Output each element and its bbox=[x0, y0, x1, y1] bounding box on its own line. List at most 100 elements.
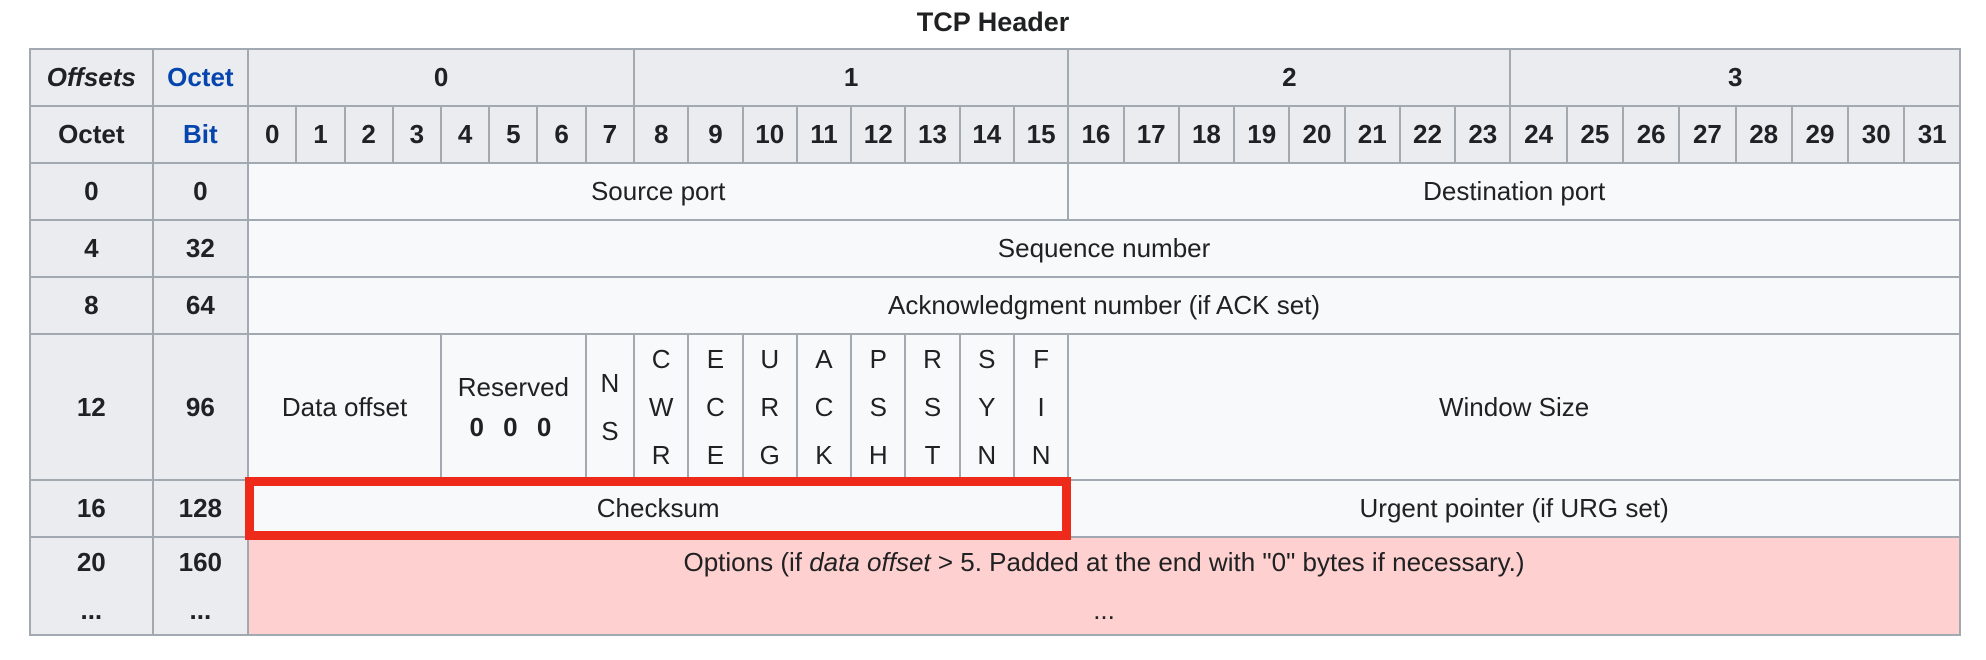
bit-number: 13 bbox=[904, 105, 961, 164]
bit-number: 25 bbox=[1565, 105, 1625, 164]
bit-number: 29 bbox=[1790, 105, 1850, 164]
tcp-header-table: Offsets Octet 0 1 2 3 Octet Bit 0 1 2 3 … bbox=[29, 48, 1961, 636]
row-bit-offset: 32 bbox=[151, 219, 250, 278]
checksum-field-highlighted: Checksum bbox=[245, 477, 1072, 540]
source-port-field: Source port bbox=[247, 162, 1070, 221]
bit-number: 28 bbox=[1734, 105, 1793, 164]
flag-letter: U bbox=[760, 344, 780, 374]
header-row-bits: Octet Bit 0 1 2 3 4 5 6 7 8 9 10 11 12 1… bbox=[29, 105, 1961, 164]
offsets-header: Offsets bbox=[29, 48, 154, 107]
octet-number-0: 0 bbox=[247, 48, 636, 107]
row-bit-offset: 96 bbox=[151, 333, 250, 481]
octet-column-header: Octet bbox=[29, 105, 154, 164]
bit-number: 24 bbox=[1509, 105, 1568, 164]
flag-psh: P S H bbox=[850, 333, 907, 481]
bit-number: 4 bbox=[440, 105, 491, 164]
octet-number-3: 3 bbox=[1509, 48, 1961, 107]
flag-letter: A bbox=[815, 344, 833, 374]
bit-number: 6 bbox=[536, 105, 587, 164]
bit-number: 0 bbox=[247, 105, 298, 164]
destination-port-field: Destination port bbox=[1067, 162, 1961, 221]
flag-letter: T bbox=[924, 440, 941, 470]
flag-ack: A C K bbox=[795, 333, 853, 481]
row-octet-offset: 4 bbox=[29, 219, 154, 278]
flag-letter: N bbox=[600, 368, 620, 398]
options-suffix: > 5. Padded at the end with "0" bytes if… bbox=[930, 547, 1525, 577]
octet-value: 20 bbox=[76, 547, 106, 577]
flag-letter: H bbox=[868, 440, 888, 470]
bit-number: 22 bbox=[1398, 105, 1457, 164]
row-bit-offset: 0 bbox=[151, 162, 250, 221]
flag-letter: K bbox=[815, 440, 833, 470]
bit-link-header[interactable]: Bit bbox=[151, 105, 250, 164]
flag-letter: R bbox=[923, 344, 942, 374]
bit-continuation: ... bbox=[189, 595, 212, 625]
table-caption: TCP Header bbox=[916, 7, 1070, 37]
bit-number: 23 bbox=[1454, 105, 1512, 164]
flag-letter: S bbox=[869, 392, 887, 422]
reserved-bits: 0 0 0 bbox=[469, 412, 558, 442]
flag-rst: R S T bbox=[904, 333, 961, 481]
flag-letter: C bbox=[706, 392, 725, 422]
row-octet-offset: 0 bbox=[29, 162, 154, 221]
flag-syn: S Y N bbox=[958, 333, 1015, 481]
octet-number-1: 1 bbox=[633, 48, 1070, 107]
window-size-field: Window Size bbox=[1067, 333, 1961, 481]
urgent-pointer-field: Urgent pointer (if URG set) bbox=[1067, 479, 1961, 538]
bit-number: 5 bbox=[488, 105, 539, 164]
row-octet-16: 16 128 Checksum Urgent pointer (if URG s… bbox=[29, 477, 1961, 540]
bit-number: 9 bbox=[687, 105, 744, 164]
flag-letter: E bbox=[706, 344, 725, 374]
bit-number: 18 bbox=[1177, 105, 1236, 164]
reserved-label: Reserved bbox=[457, 372, 569, 402]
flag-letter: F bbox=[1033, 344, 1050, 374]
bit-number: 11 bbox=[795, 105, 853, 164]
row-bit-offset: 160 ... bbox=[151, 536, 250, 636]
flag-letter: W bbox=[648, 392, 674, 422]
flag-letter: R bbox=[651, 440, 671, 470]
bit-number: 26 bbox=[1622, 105, 1681, 164]
flag-letter: G bbox=[759, 440, 780, 470]
row-octet-offset: 20 ... bbox=[29, 536, 154, 636]
flag-letter: R bbox=[760, 392, 780, 422]
flag-fin: F I N bbox=[1012, 333, 1070, 481]
row-octet-0: 0 0 Source port Destination port bbox=[29, 162, 1961, 221]
flag-letter: I bbox=[1037, 392, 1045, 422]
options-field: Options (if data offset > 5. Padded at t… bbox=[247, 536, 1961, 636]
bit-number: 3 bbox=[391, 105, 443, 164]
acknowledgment-number-field: Acknowledgment number (if ACK set) bbox=[247, 276, 1961, 335]
flag-letter: C bbox=[651, 344, 671, 374]
bit-number: 7 bbox=[584, 105, 636, 164]
flag-letter: S bbox=[978, 344, 996, 374]
reserved-field: Reserved 0 0 0 bbox=[440, 333, 587, 481]
flag-ece: E C E bbox=[687, 333, 744, 481]
flag-cwr: C W R bbox=[633, 333, 690, 481]
octet-link-header[interactable]: Octet bbox=[151, 48, 250, 107]
bit-number: 21 bbox=[1343, 105, 1401, 164]
bit-number: 20 bbox=[1288, 105, 1346, 164]
bit-number: 12 bbox=[850, 105, 907, 164]
options-text: Options (if data offset > 5. Padded at t… bbox=[250, 539, 1958, 586]
sequence-number-field: Sequence number bbox=[247, 219, 1961, 278]
options-italic: data offset bbox=[809, 547, 931, 577]
bit-value: 160 bbox=[178, 547, 223, 577]
options-continuation: ... bbox=[1093, 595, 1115, 625]
row-octet-12: 12 96 Data offset Reserved 0 0 0 N S C W… bbox=[29, 333, 1961, 481]
bit-number: 8 bbox=[633, 105, 690, 164]
bit-number: 19 bbox=[1233, 105, 1291, 164]
data-offset-field: Data offset bbox=[247, 333, 443, 481]
bit-number: 14 bbox=[958, 105, 1015, 164]
bit-number: 2 bbox=[343, 105, 394, 164]
row-bit-offset: 128 bbox=[151, 479, 250, 538]
flag-urg: U R G bbox=[741, 333, 798, 481]
bit-number: 15 bbox=[1012, 105, 1070, 164]
bit-number: 16 bbox=[1067, 105, 1125, 164]
bit-number: 1 bbox=[295, 105, 346, 164]
row-octet-offset: 16 bbox=[29, 479, 154, 538]
octet-number-2: 2 bbox=[1067, 48, 1512, 107]
row-bit-offset: 64 bbox=[151, 276, 250, 335]
row-octet-20: 20 ... 160 ... Options (if data offset >… bbox=[29, 536, 1961, 636]
bit-number: 31 bbox=[1903, 105, 1961, 164]
row-octet-8: 8 64 Acknowledgment number (if ACK set) bbox=[29, 276, 1961, 335]
row-octet-4: 4 32 Sequence number bbox=[29, 219, 1961, 278]
